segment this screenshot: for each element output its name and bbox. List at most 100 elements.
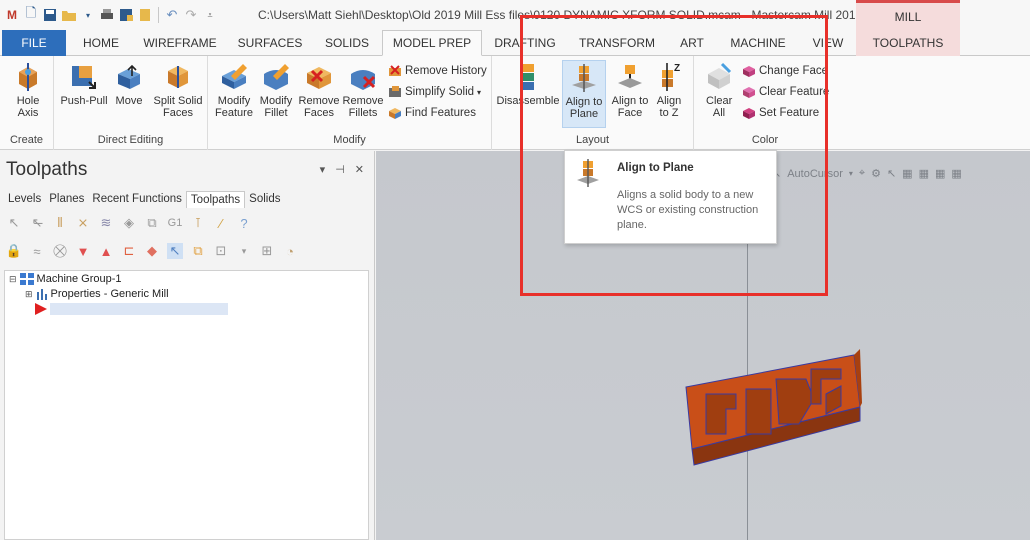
face-select-icon[interactable]: ▦ — [951, 167, 961, 180]
tab-wireframe[interactable]: WIREFRAME — [138, 30, 222, 56]
simplify-solid-dropdown-icon[interactable]: ▾ — [477, 88, 481, 97]
stock-icon[interactable]: ◔ — [282, 243, 298, 259]
settings-icon[interactable]: ⚙ — [871, 167, 881, 180]
push-pull-button[interactable]: Push-Pull — [58, 62, 110, 107]
hole-axis-icon — [13, 62, 43, 92]
display-options-icon[interactable]: ⊡ — [213, 243, 229, 259]
tab-model-prep[interactable]: MODEL PREP — [382, 30, 482, 56]
machine-group-label: Machine Group-1 — [36, 273, 122, 285]
annotation-highlight-box — [520, 15, 828, 296]
tab-home[interactable]: HOME — [72, 30, 130, 56]
properties-icon[interactable] — [137, 7, 153, 23]
autocursor-dropdown-icon[interactable]: ▾ — [849, 169, 853, 178]
pin-icon[interactable]: ⊣ — [335, 163, 345, 176]
deselect-all-icon[interactable]: ↖̶ — [29, 215, 45, 231]
tab-toolpaths-panel[interactable]: Toolpaths — [185, 191, 246, 208]
scroll-icon[interactable]: ⧉ — [190, 243, 206, 259]
group-modify: Modify Feature Modify Fillet Remove Face… — [208, 56, 492, 150]
simplify-solid-icon — [389, 86, 401, 97]
tree-properties[interactable]: ⊞ Properties - Generic Mill — [25, 288, 169, 300]
delete-toolpaths-icon[interactable]: ⁄ — [213, 215, 229, 231]
redo-icon[interactable]: ↷ — [183, 7, 199, 23]
panel-tabs: Levels Planes Recent Functions Toolpaths… — [4, 191, 284, 208]
remove-faces-button[interactable]: Remove Faces — [298, 62, 340, 119]
expand-collapse-icon[interactable]: ◆ — [144, 243, 160, 259]
remove-fillets-button[interactable]: Remove Fillets — [342, 62, 384, 119]
tree-machine-group[interactable]: ⊟ Machine Group-1 — [9, 273, 122, 285]
modify-fillet-button[interactable]: Modify Fillet — [256, 62, 296, 119]
tab-toolpaths[interactable]: TOOLPATHS — [856, 30, 960, 56]
toolpath-toolbar-row-2: 🔒 ≈ ⛒ ▼ ▲ ⊏ ◆ ↖ ⧉ ⊡ ▾ ⊞ ◔ — [6, 241, 298, 261]
new-file-icon[interactable]: 🗋 — [23, 5, 39, 23]
open-folder-icon[interactable] — [61, 7, 77, 23]
modify-feature-button[interactable]: Modify Feature — [212, 62, 256, 119]
split-solid-faces-button[interactable]: Split Solid Faces — [150, 62, 206, 119]
app-logo-icon[interactable]: M — [4, 7, 20, 23]
customize-qat-icon[interactable]: ⩡ — [202, 7, 218, 23]
tree-insert-arrow[interactable] — [33, 303, 228, 315]
panel-controls: ▾ ⊣ ✕ — [320, 163, 364, 176]
split-solid-faces-label: Split Solid Faces — [153, 95, 203, 119]
tab-surfaces[interactable]: SURFACES — [230, 30, 310, 56]
close-icon[interactable]: ✕ — [355, 163, 364, 176]
find-features-button[interactable]: Find Features — [388, 106, 476, 120]
panel-options-icon[interactable]: ▾ — [320, 163, 326, 176]
move-button[interactable]: Move — [112, 62, 146, 107]
expand-icon[interactable]: ⊞ — [25, 289, 33, 300]
select-pointer-icon[interactable]: ↖ — [167, 243, 183, 259]
insert-arrow-icon[interactable]: ⊏ — [121, 243, 137, 259]
selection-mode-icon[interactable]: ▦ — [919, 167, 929, 180]
dropdown-arrow-icon[interactable]: ▾ — [80, 7, 96, 23]
lock-icon[interactable]: 🔒 — [6, 243, 22, 259]
simulate-icon[interactable]: ⧉ — [144, 215, 160, 231]
regenerate-icon[interactable]: ⦀ — [52, 215, 68, 231]
filter-icon[interactable]: ▦ — [902, 167, 912, 180]
hole-axis-button[interactable]: Hole Axis — [8, 62, 48, 119]
select-all-icon[interactable]: ↖ — [6, 215, 22, 231]
move-up-icon[interactable]: ▲ — [98, 243, 114, 259]
select-icon[interactable]: ↖ — [887, 167, 896, 180]
save-icon[interactable] — [42, 7, 58, 23]
ribbon: Hole Axis Create Push-Pull Move Split So… — [0, 56, 1030, 150]
title-bar: M 🗋 ▾ ↶ ↷ ⩡ C:\Users\Matt Siehl\Desktop\… — [0, 0, 1030, 30]
simplify-solid-label: Simplify Solid — [405, 86, 475, 98]
remove-history-button[interactable]: Remove History — [388, 64, 487, 78]
split-solid-faces-icon — [163, 62, 193, 92]
high-feed-icon[interactable]: ⊺ — [190, 215, 206, 231]
modify-fillet-icon — [261, 62, 291, 92]
solids-select-icon[interactable]: ▦ — [935, 167, 945, 180]
tab-levels[interactable]: Levels — [4, 191, 45, 208]
toolpath-tree: ⊟ Machine Group-1 ⊞ Properties - Generic… — [4, 270, 369, 540]
properties-label: Properties - Generic Mill — [50, 288, 169, 300]
snap-icon[interactable]: ⌖ — [859, 167, 865, 180]
tab-solids-panel[interactable]: Solids — [245, 191, 284, 208]
verify-icon[interactable]: ◈ — [121, 215, 137, 231]
toolpath-manager-icon[interactable]: ⊞ — [259, 243, 275, 259]
save-as-icon[interactable] — [118, 7, 134, 23]
collapse-icon[interactable]: ⊟ — [9, 274, 17, 285]
backplot-icon[interactable]: ≋ — [98, 215, 114, 231]
toggle-posting-icon[interactable]: ⛒ — [52, 243, 68, 259]
remove-history-label: Remove History — [405, 65, 487, 77]
insert-arrow-icon — [35, 303, 47, 315]
tab-planes[interactable]: Planes — [45, 191, 88, 208]
push-pull-label: Push-Pull — [60, 95, 108, 107]
move-icon — [114, 62, 144, 92]
tab-recent-functions[interactable]: Recent Functions — [88, 191, 186, 208]
simplify-solid-button[interactable]: Simplify Solid ▾ — [388, 85, 481, 99]
toggle-display-icon[interactable]: ≈ — [29, 243, 45, 259]
tab-solids[interactable]: SOLIDS — [318, 30, 376, 56]
print-icon[interactable] — [99, 7, 115, 23]
hole-axis-label: Hole Axis — [16, 95, 40, 119]
help-icon[interactable]: ? — [236, 215, 252, 231]
options-dropdown-icon[interactable]: ▾ — [236, 243, 252, 259]
regenerate-dirty-icon[interactable]: ⨯ — [75, 215, 91, 231]
tab-file[interactable]: FILE — [2, 30, 66, 56]
undo-icon[interactable]: ↶ — [164, 7, 180, 23]
toolpath-toolbar-row-1: ↖ ↖̶ ⦀ ⨯ ≋ ◈ ⧉ G1 ⊺ ⁄ ? — [6, 213, 252, 233]
solid-part[interactable] — [676, 349, 866, 479]
post-g1-icon[interactable]: G1 — [167, 215, 183, 231]
machine-group-icon — [19, 273, 34, 285]
properties-icon — [36, 288, 47, 300]
move-down-icon[interactable]: ▼ — [75, 243, 91, 259]
